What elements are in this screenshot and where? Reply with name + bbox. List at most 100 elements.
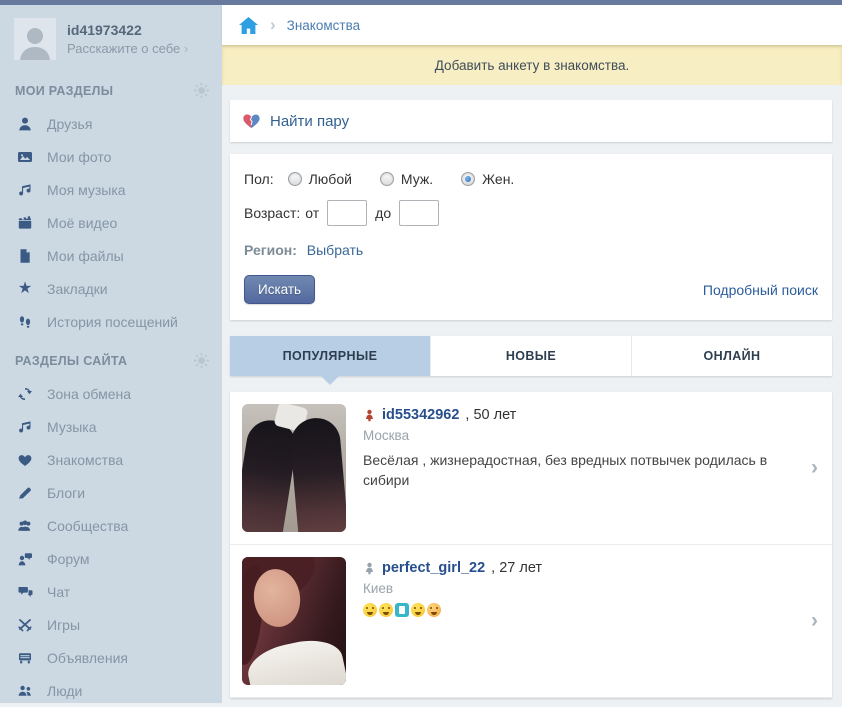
add-profile-banner-text: Добавить анкету в знакомства. xyxy=(435,58,629,73)
tell-about-yourself-link[interactable]: Расскажите о себе › xyxy=(67,41,188,56)
gear-icon[interactable] xyxy=(193,352,210,369)
avatar[interactable] xyxy=(14,18,56,60)
sidebar-item-label: Моё видео xyxy=(47,215,117,231)
profile-photo[interactable] xyxy=(242,557,346,685)
blue-badge-emoji xyxy=(395,603,409,617)
blush-emoji xyxy=(427,603,441,617)
female-icon-red xyxy=(363,409,376,422)
profile-age: , 50 лет xyxy=(465,407,516,423)
chevron-right-icon: › xyxy=(184,41,188,56)
search-button[interactable]: Искать xyxy=(244,275,315,304)
visit-history-icon xyxy=(16,313,34,331)
region-row: Регион: Выбрать xyxy=(244,242,818,258)
main-content: Найти пару Пол: Любой Муж. Жен. Возраст:… xyxy=(230,85,832,698)
bookmarks-icon: ★ xyxy=(16,280,34,298)
profiles-list: id55342962 , 50 лет Москва Весёлая , жиз… xyxy=(230,392,832,698)
age-to-input[interactable] xyxy=(399,200,439,226)
profile-row[interactable]: perfect_girl_22 , 27 лет Киев › xyxy=(230,545,832,698)
sidebar-item-visit-history[interactable]: История посещений xyxy=(0,305,222,338)
female-icon-gray xyxy=(363,562,376,575)
gear-icon[interactable] xyxy=(193,82,210,99)
grin-emoji xyxy=(379,603,393,617)
age-label: Возраст: xyxy=(244,205,300,221)
gender-radio-any[interactable] xyxy=(288,172,302,186)
profile-row[interactable]: id55342962 , 50 лет Москва Весёлая , жиз… xyxy=(230,392,832,545)
find-pair-title: Найти пару xyxy=(270,113,349,130)
form-actions: Искать Подробный поиск xyxy=(244,275,818,304)
sidebar-item-label: Мои фото xyxy=(47,149,111,165)
music-icon xyxy=(16,418,34,436)
profile-age: , 27 лет xyxy=(491,560,542,576)
broken-heart-icon xyxy=(242,112,261,130)
gender-radio-male[interactable] xyxy=(380,172,394,186)
sidebar-item-music[interactable]: Музыка xyxy=(0,410,222,443)
sidebar-item-my-files[interactable]: Мои файлы xyxy=(0,239,222,272)
sidebar-item-communities[interactable]: Сообщества xyxy=(0,509,222,542)
sidebar-section-my: МОИ РАЗДЕЛЫ xyxy=(0,68,222,107)
region-select-link[interactable]: Выбрать xyxy=(307,242,363,258)
my-music-icon xyxy=(16,181,34,199)
gender-radio-female[interactable] xyxy=(461,172,475,186)
gender-radio-male-label[interactable]: Муж. xyxy=(401,171,433,187)
profile-id-link[interactable]: id55342962 xyxy=(382,407,459,423)
age-from-input[interactable] xyxy=(327,200,367,226)
gender-row: Пол: Любой Муж. Жен. xyxy=(244,171,818,187)
sidebar-item-blogs[interactable]: Блоги xyxy=(0,476,222,509)
sidebar-item-bookmarks[interactable]: ★ Закладки xyxy=(0,272,222,305)
sidebar-item-exchange-zone[interactable]: Зона обмена xyxy=(0,377,222,410)
add-profile-banner[interactable]: Добавить анкету в знакомства. xyxy=(222,45,842,85)
sidebar-item-label: Блоги xyxy=(47,485,85,501)
site-sections-title: РАЗДЕЛЫ САЙТА xyxy=(15,354,127,368)
chevron-right-icon[interactable]: › xyxy=(811,456,818,480)
ads-icon xyxy=(16,649,34,667)
profile-city: Москва xyxy=(363,428,815,443)
my-photos-icon xyxy=(16,148,34,166)
profile-info: id55342962 , 50 лет Москва Весёлая , жиз… xyxy=(363,404,815,532)
home-icon[interactable] xyxy=(239,16,259,34)
sidebar-item-label: Форум xyxy=(47,551,90,567)
find-pair-header: Найти пару xyxy=(230,100,832,142)
tab-popular[interactable]: ПОПУЛЯРНЫЕ xyxy=(230,336,431,376)
chat-icon xyxy=(16,583,34,601)
sidebar-item-forum[interactable]: Форум xyxy=(0,542,222,575)
games-icon xyxy=(16,616,34,634)
gender-radio-female-label[interactable]: Жен. xyxy=(482,171,514,187)
gender-radio-any-label[interactable]: Любой xyxy=(309,171,352,187)
sidebar-item-label: Знакомства xyxy=(47,452,123,468)
sidebar-item-my-video[interactable]: Моё видео xyxy=(0,206,222,239)
sidebar-user-profile[interactable]: id41973422 Расскажите о себе › xyxy=(0,5,222,68)
sidebar-item-label: Мои файлы xyxy=(47,248,124,264)
region-label: Регион: xyxy=(244,242,297,258)
sidebar-item-label: История посещений xyxy=(47,314,178,330)
chevron-right-icon[interactable]: › xyxy=(811,609,818,633)
people-icon xyxy=(16,682,34,700)
tab-online[interactable]: ОНЛАЙН xyxy=(632,336,832,376)
sidebar-item-label: Моя музыка xyxy=(47,182,126,198)
sidebar-item-my-photos[interactable]: Мои фото xyxy=(0,140,222,173)
sidebar-item-label: Объявления xyxy=(47,650,128,666)
profile-description-emojis xyxy=(363,603,542,617)
user-id[interactable]: id41973422 xyxy=(67,22,188,39)
breadcrumb-current[interactable]: Знакомства xyxy=(287,18,360,33)
communities-icon xyxy=(16,517,34,535)
sidebar-item-ads[interactable]: Объявления xyxy=(0,641,222,674)
age-to-label: до xyxy=(375,205,391,221)
forum-icon xyxy=(16,550,34,568)
sidebar-item-my-music[interactable]: Моя музыка xyxy=(0,173,222,206)
profile-description: Весёлая , жизнерадостная, без вредных по… xyxy=(363,450,815,491)
sidebar-item-friends[interactable]: Друзья xyxy=(0,107,222,140)
sidebar-item-label: Зона обмена xyxy=(47,386,131,402)
profile-id-link[interactable]: perfect_girl_22 xyxy=(382,560,485,576)
sidebar-item-label: Музыка xyxy=(47,419,97,435)
sidebar-item-dating[interactable]: Знакомства xyxy=(0,443,222,476)
profile-photo[interactable] xyxy=(242,404,346,532)
profile-info: perfect_girl_22 , 27 лет Киев xyxy=(363,557,542,685)
my-sections-title: МОИ РАЗДЕЛЫ xyxy=(15,84,113,98)
tab-new[interactable]: НОВЫЕ xyxy=(431,336,632,376)
sidebar-item-people[interactable]: Люди xyxy=(0,674,222,707)
blogs-icon xyxy=(16,484,34,502)
sidebar-item-games[interactable]: Игры xyxy=(0,608,222,641)
advanced-search-link[interactable]: Подробный поиск xyxy=(703,282,818,298)
sidebar-item-chat[interactable]: Чат xyxy=(0,575,222,608)
dating-icon xyxy=(16,451,34,469)
